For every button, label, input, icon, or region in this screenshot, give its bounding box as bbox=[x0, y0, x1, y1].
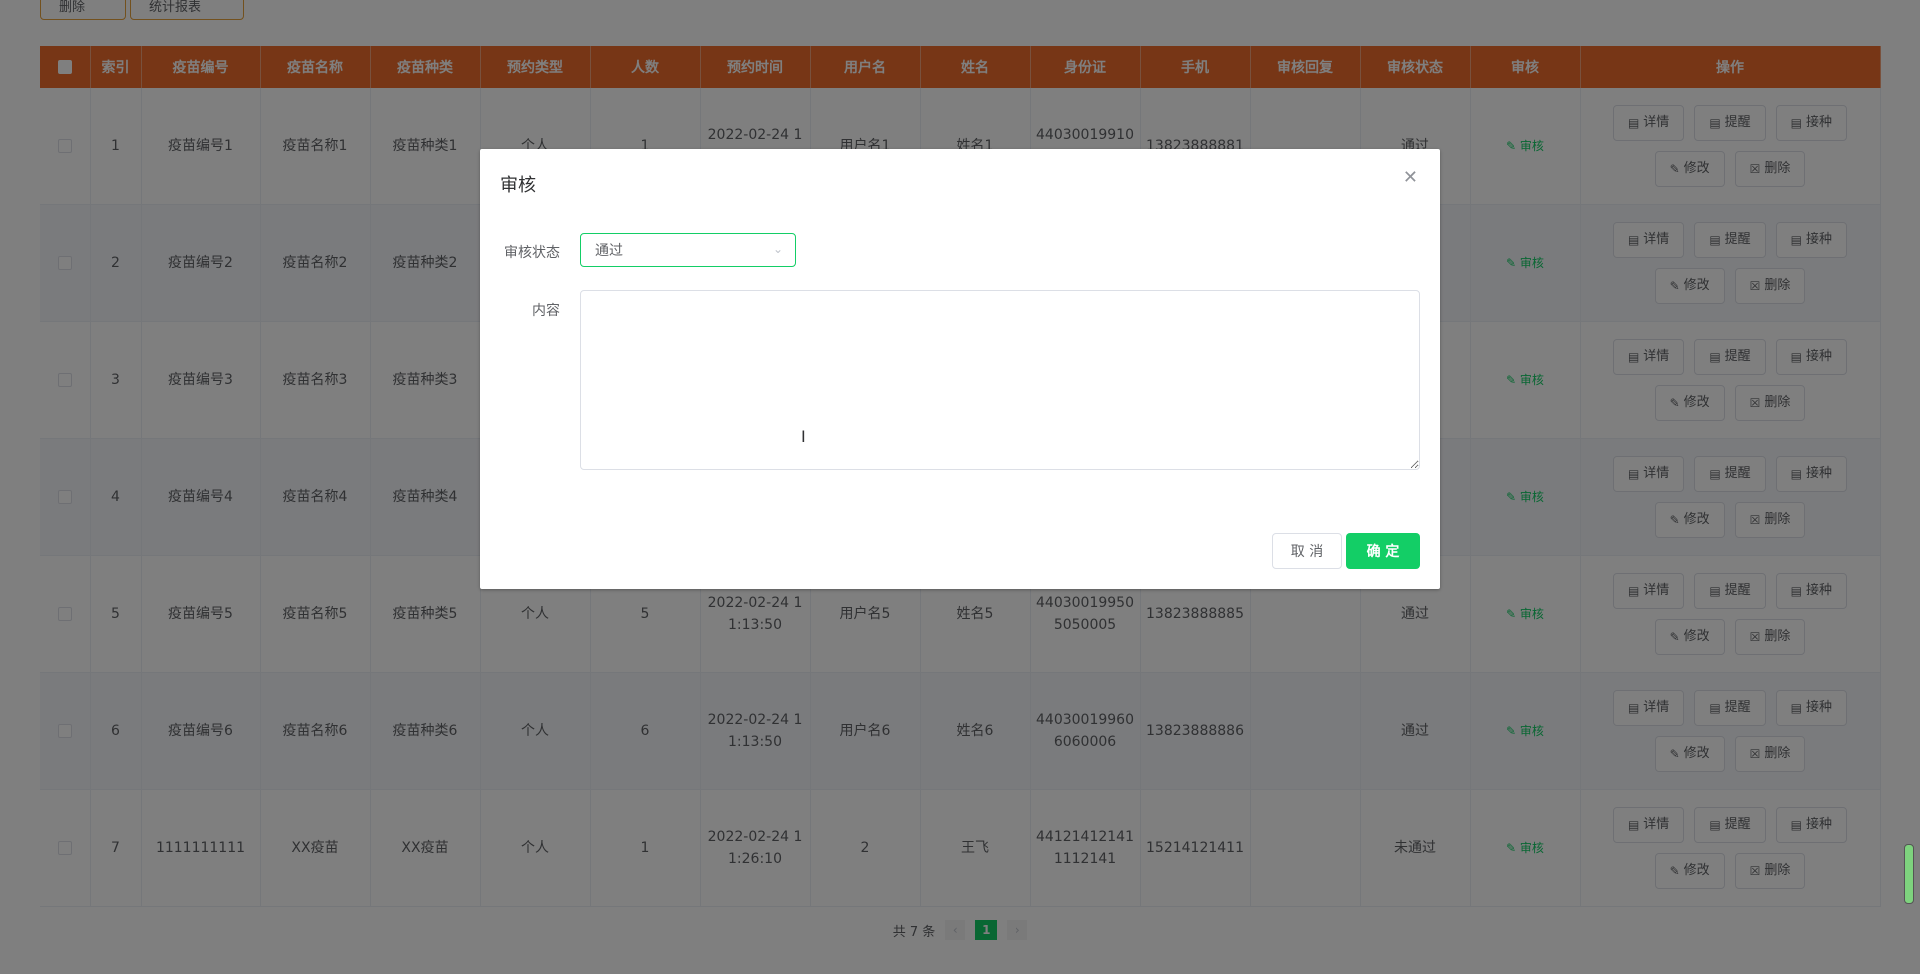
status-select[interactable]: 通过 ⌄ bbox=[580, 233, 796, 267]
audit-dialog: 审核 ✕ 审核状态 通过 ⌄ 内容 I 取 消 确 定 bbox=[480, 149, 1440, 589]
cancel-button[interactable]: 取 消 bbox=[1272, 533, 1342, 569]
chevron-down-icon: ⌄ bbox=[772, 242, 783, 256]
scrollbar-thumb[interactable] bbox=[1904, 844, 1914, 904]
text-cursor-icon: I bbox=[801, 427, 806, 446]
confirm-button[interactable]: 确 定 bbox=[1346, 533, 1420, 569]
dialog-title: 审核 bbox=[500, 175, 536, 196]
content-label: 内容 bbox=[532, 303, 560, 319]
close-icon[interactable]: ✕ bbox=[1403, 167, 1418, 188]
status-label: 审核状态 bbox=[504, 245, 560, 261]
status-select-value: 通过 bbox=[595, 243, 623, 259]
content-textarea[interactable] bbox=[580, 290, 1420, 470]
